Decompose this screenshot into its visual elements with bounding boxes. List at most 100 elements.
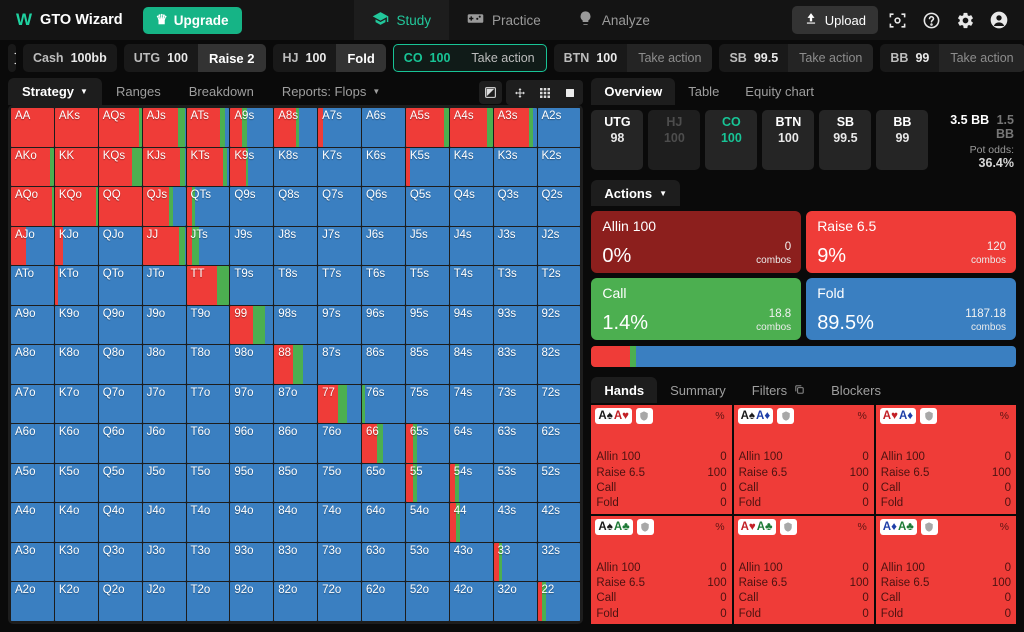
- action-group-cash[interactable]: Cash100bb: [23, 44, 117, 72]
- matrix-cell[interactable]: 75o: [318, 464, 361, 503]
- stack-box-sb[interactable]: SB99.5: [819, 110, 871, 170]
- matrix-cell[interactable]: 88: [274, 345, 317, 384]
- tab-ranges[interactable]: Ranges: [102, 78, 175, 105]
- shield-icon[interactable]: [637, 519, 654, 535]
- matrix-cell[interactable]: JJ: [143, 227, 186, 266]
- matrix-cell[interactable]: J7s: [318, 227, 361, 266]
- matrix-cell[interactable]: T6s: [362, 266, 405, 305]
- hand-detail-cell[interactable]: A♥A♦%Allin 1000Raise 6.5100Call0Fold0: [876, 405, 1016, 514]
- matrix-cell[interactable]: 73o: [318, 543, 361, 582]
- matrix-cell[interactable]: 62o: [362, 582, 405, 621]
- matrix-cell[interactable]: 97s: [318, 306, 361, 345]
- action-button-btn[interactable]: Take action: [627, 44, 712, 72]
- matrix-cell[interactable]: A5o: [11, 464, 54, 503]
- action-button-sb[interactable]: Take action: [788, 44, 873, 72]
- matrix-cell[interactable]: 43s: [494, 503, 537, 542]
- matrix-cell[interactable]: J6s: [362, 227, 405, 266]
- matrix-cell[interactable]: Q9o: [99, 306, 142, 345]
- matrix-cell[interactable]: 87s: [318, 345, 361, 384]
- matrix-cell[interactable]: J4s: [450, 227, 493, 266]
- matrix-cell[interactable]: 84s: [450, 345, 493, 384]
- shield-icon[interactable]: [636, 408, 653, 424]
- matrix-cell[interactable]: AJo: [11, 227, 54, 266]
- matrix-cell[interactable]: 32s: [538, 543, 581, 582]
- matrix-cell[interactable]: T6o: [187, 424, 230, 463]
- matrix-cell[interactable]: AKo: [11, 148, 54, 187]
- matrix-cell[interactable]: 64o: [362, 503, 405, 542]
- stack-box-hj[interactable]: HJ100: [648, 110, 700, 170]
- height-tool-icon[interactable]: [12, 46, 16, 70]
- matrix-cell[interactable]: 73s: [494, 385, 537, 424]
- matrix-cell[interactable]: 87o: [274, 385, 317, 424]
- matrix-cell[interactable]: T9s: [230, 266, 273, 305]
- tab-overview[interactable]: Overview: [591, 78, 675, 105]
- matrix-cell[interactable]: T4s: [450, 266, 493, 305]
- matrix-cell[interactable]: 84o: [274, 503, 317, 542]
- matrix-cell[interactable]: T8s: [274, 266, 317, 305]
- matrix-cell[interactable]: 96o: [230, 424, 273, 463]
- matrix-cell[interactable]: 85o: [274, 464, 317, 503]
- matrix-cell[interactable]: KK: [55, 148, 98, 187]
- matrix-cell[interactable]: Q3s: [494, 187, 537, 226]
- matrix-cell[interactable]: J3s: [494, 227, 537, 266]
- move-icon[interactable]: [508, 81, 531, 104]
- matrix-cell[interactable]: A7o: [11, 385, 54, 424]
- action-box-fold[interactable]: Fold89.5%1187.18combos: [806, 278, 1016, 340]
- matrix-cell[interactable]: T2s: [538, 266, 581, 305]
- nav-item-study[interactable]: Study: [354, 0, 450, 40]
- matrix-cell[interactable]: J9s: [230, 227, 273, 266]
- matrix-cell[interactable]: 94o: [230, 503, 273, 542]
- matrix-cell[interactable]: 96s: [362, 306, 405, 345]
- matrix-cell[interactable]: 72s: [538, 385, 581, 424]
- matrix-cell[interactable]: A6o: [11, 424, 54, 463]
- matrix-cell[interactable]: 22: [538, 582, 581, 621]
- matrix-cell[interactable]: J6o: [143, 424, 186, 463]
- matrix-cell[interactable]: T2o: [187, 582, 230, 621]
- matrix-cell[interactable]: Q6o: [99, 424, 142, 463]
- matrix-cell[interactable]: T9o: [187, 306, 230, 345]
- matrix-cell[interactable]: 82o: [274, 582, 317, 621]
- matrix-cell[interactable]: K4s: [450, 148, 493, 187]
- matrix-cell[interactable]: 85s: [406, 345, 449, 384]
- matrix-cell[interactable]: 75s: [406, 385, 449, 424]
- matrix-cell[interactable]: K2o: [55, 582, 98, 621]
- tab-table[interactable]: Table: [675, 78, 732, 105]
- tab-hands[interactable]: Hands: [591, 377, 657, 403]
- gear-icon[interactable]: [950, 5, 980, 35]
- matrix-cell[interactable]: 53o: [406, 543, 449, 582]
- contrast-icon[interactable]: [479, 81, 502, 104]
- help-icon[interactable]: [916, 5, 946, 35]
- matrix-cell[interactable]: K4o: [55, 503, 98, 542]
- matrix-cell[interactable]: Q3o: [99, 543, 142, 582]
- matrix-cell[interactable]: K9o: [55, 306, 98, 345]
- action-button-utg[interactable]: Raise 2: [198, 44, 266, 72]
- matrix-cell[interactable]: 86s: [362, 345, 405, 384]
- matrix-cell[interactable]: AQs: [99, 108, 142, 147]
- matrix-cell[interactable]: 63s: [494, 424, 537, 463]
- tab-summary[interactable]: Summary: [657, 377, 739, 403]
- upload-button[interactable]: Upload: [792, 6, 878, 34]
- matrix-cell[interactable]: JTs: [187, 227, 230, 266]
- matrix-cell[interactable]: T8o: [187, 345, 230, 384]
- matrix-cell[interactable]: 42s: [538, 503, 581, 542]
- nav-item-practice[interactable]: Practice: [449, 0, 559, 40]
- matrix-cell[interactable]: A2o: [11, 582, 54, 621]
- matrix-cell[interactable]: AA: [11, 108, 54, 147]
- stack-box-utg[interactable]: UTG98: [591, 110, 643, 170]
- matrix-cell[interactable]: 74s: [450, 385, 493, 424]
- matrix-cell[interactable]: KTs: [187, 148, 230, 187]
- matrix-cell[interactable]: J7o: [143, 385, 186, 424]
- matrix-cell[interactable]: A3s: [494, 108, 537, 147]
- matrix-cell[interactable]: 83s: [494, 345, 537, 384]
- matrix-cell[interactable]: K7s: [318, 148, 361, 187]
- matrix-cell[interactable]: J5s: [406, 227, 449, 266]
- shield-icon[interactable]: [777, 408, 794, 424]
- matrix-cell[interactable]: A8o: [11, 345, 54, 384]
- matrix-cell[interactable]: 95o: [230, 464, 273, 503]
- action-group-btn[interactable]: BTN100Take action: [554, 44, 713, 72]
- matrix-cell[interactable]: J8s: [274, 227, 317, 266]
- matrix-cell[interactable]: 74o: [318, 503, 361, 542]
- matrix-cell[interactable]: QTo: [99, 266, 142, 305]
- matrix-cell[interactable]: J5o: [143, 464, 186, 503]
- matrix-cell[interactable]: Q9s: [230, 187, 273, 226]
